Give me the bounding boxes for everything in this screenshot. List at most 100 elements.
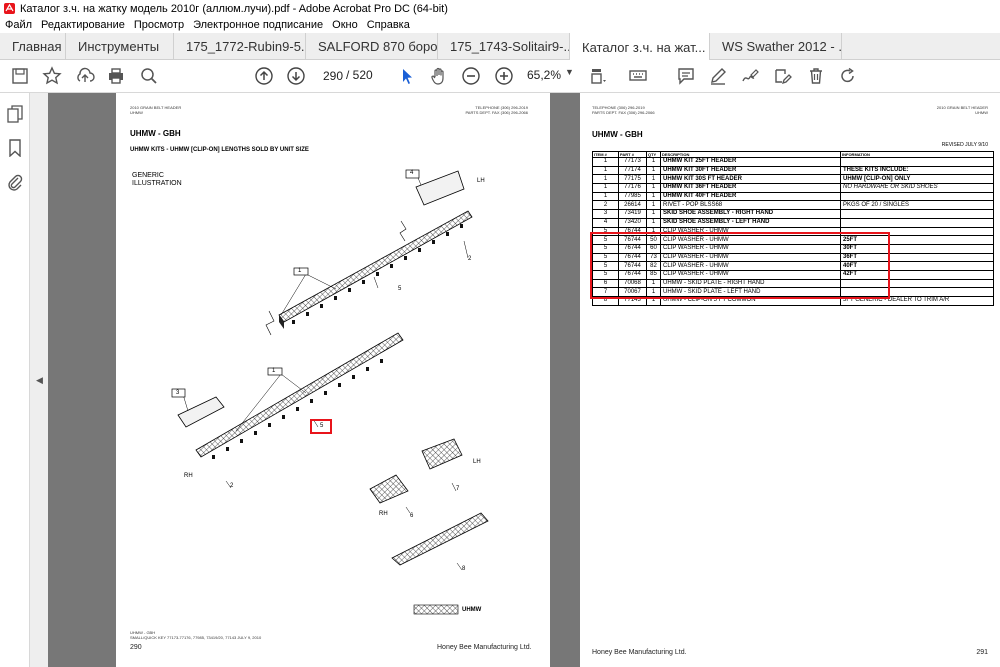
cell-item: 1 (592, 165, 619, 176)
tab-doc-catalog-active[interactable]: Каталог з.ч. на жат...✕ (570, 33, 710, 61)
table-row: 1 77175 1 UHMW KIT 30S FT HEADER UHMW [CLIP-… (592, 174, 994, 185)
sign-icon[interactable] (740, 66, 760, 86)
trash-icon[interactable] (806, 66, 826, 86)
page-fit-icon[interactable] (589, 66, 609, 86)
company-name: Honey Bee Manufacturing Ltd. (592, 649, 687, 656)
page-up-icon[interactable] (254, 66, 274, 86)
keyboard-icon[interactable] (628, 66, 648, 86)
page-number: 291 (976, 649, 988, 656)
page-total: / 520 (346, 68, 373, 82)
cell-information (840, 217, 994, 228)
panel-collapse-strip[interactable]: ◀ (30, 93, 48, 667)
label-rh-lower: RH (184, 473, 193, 479)
callout-4: 4 (410, 170, 414, 176)
callout-2b: 2 (230, 483, 234, 489)
zoom-level[interactable]: 65,2% (527, 68, 561, 82)
table-row: 2 26614 1 RIVET - POP BLSS68 PKGS OF 20 / SI… (592, 200, 994, 211)
table-row: 4 73420 1 SKID SHOE ASSEMBLY - LEFT HAND (592, 217, 994, 228)
bookmark-icon[interactable] (7, 139, 23, 157)
chevron-down-icon[interactable]: ▼ (565, 67, 574, 77)
skid-shoe-lh (415, 170, 465, 206)
header-line: UHMW (975, 110, 988, 115)
page-number-input[interactable]: 290 (318, 67, 348, 85)
menu-esign[interactable]: Электронное подписание (193, 19, 323, 31)
cell-part: 77176 (618, 183, 647, 193)
bookmark-star-icon[interactable] (42, 66, 62, 86)
tab-bar: Главная Инструменты 175_1772-Rubin9-5...… (0, 33, 1000, 61)
table-row: 1 77174 1 UHMW KIT 30FT HEADER THESE KITS IN… (592, 165, 994, 176)
tab-doc-solitair[interactable]: 175_1743-Solitair9-... (438, 33, 570, 60)
save-icon[interactable] (10, 66, 30, 86)
edit-stamp-icon[interactable] (773, 66, 793, 86)
pages-icon[interactable] (7, 105, 23, 123)
highlight-clip-washer-rows (590, 232, 890, 299)
company-name: Honey Bee Manufacturing Ltd. (437, 644, 532, 651)
cell-information: UHMW [CLIP-ON] ONLY (840, 174, 994, 185)
chevron-left-icon[interactable]: ◀ (36, 375, 43, 386)
clip-on-strip (391, 512, 489, 566)
cell-part: 73419 (618, 209, 647, 219)
tab-doc-swather[interactable]: WS Swather 2012 - ... (710, 33, 842, 60)
cell-item: 3 (592, 209, 619, 219)
cell-item: 1 (592, 191, 619, 202)
tab-doc-salford[interactable]: SALFORD 870 боро... (306, 33, 438, 60)
cell-item: 2 (592, 200, 619, 211)
page-header-right: 2010 GRAIN BELT HEADER UHMW (937, 105, 988, 115)
callout-1a: 1 (298, 268, 302, 274)
menu-edit[interactable]: Редактирование (41, 19, 125, 31)
cell-description: UHMW KIT 25FT HEADER (660, 157, 841, 167)
acrobat-app-icon (4, 3, 15, 14)
footnote-line: SMALL/QUICK KEY 77173-77176, 77985, 7341… (130, 635, 262, 640)
cell-information (840, 209, 994, 219)
cell-description: SKID SHOE ASSEMBLY - RIGHT HAND (660, 209, 841, 219)
menu-bar: Файл Редактирование Просмотр Электронное… (0, 17, 1000, 33)
label-lh-upper: LH (477, 178, 485, 184)
zoom-out-icon[interactable] (461, 66, 481, 86)
menu-window[interactable]: Окно (332, 19, 358, 31)
tab-tools[interactable]: Инструменты (66, 33, 174, 60)
menu-file[interactable]: Файл (5, 19, 32, 31)
left-sidebar (0, 93, 30, 667)
tab-doc-rubin[interactable]: 175_1772-Rubin9-5... (174, 33, 306, 60)
page-number: 290 (130, 644, 142, 651)
cell-description: UHMW KIT 40FT HEADER (660, 191, 841, 202)
pdf-page-290: 2010 GRAIN BELT HEADER UHMW TELEPHONE (3… (116, 93, 550, 667)
cell-description: RIVET - POP BLSS68 (660, 200, 841, 211)
cell-qty: 1 (646, 217, 661, 228)
header-line: PARTS DEPT. FAX (306) 296-2066 (592, 110, 655, 115)
comment-icon[interactable] (676, 66, 696, 86)
zoom-in-icon[interactable] (494, 66, 514, 86)
attachment-icon[interactable] (7, 173, 23, 191)
cell-qty: 1 (646, 200, 661, 211)
pdf-page-291: TELEPHONE (306) 296-2019 PARTS DEPT. FAX… (580, 93, 1000, 667)
pen-icon[interactable] (708, 66, 728, 86)
cell-part: 26614 (618, 200, 647, 211)
select-arrow-icon[interactable] (397, 66, 417, 86)
print-icon[interactable] (106, 66, 126, 86)
page-down-icon[interactable] (286, 66, 306, 86)
tab-label: SALFORD 870 боро... (318, 39, 438, 54)
label-rh-plate: RH (379, 511, 388, 517)
cell-description: SKID SHOE ASSEMBLY - LEFT HAND (660, 217, 841, 228)
tab-label: WS Swather 2012 - ... (722, 39, 842, 54)
cell-information (840, 157, 994, 167)
page-title: UHMW - GBH (592, 130, 643, 139)
callout-8: 8 (462, 566, 466, 572)
cell-item: 1 (592, 174, 619, 185)
cell-information: THESE KITS INCLUDE: (840, 165, 994, 176)
cell-item: 4 (592, 217, 619, 228)
upload-cloud-icon[interactable] (75, 66, 95, 86)
tab-home[interactable]: Главная (0, 33, 66, 60)
cell-qty: 1 (646, 174, 661, 185)
callout-5b: 5 (320, 423, 324, 429)
cell-description: UHMW KIT 30S FT HEADER (660, 174, 841, 185)
rotate-icon[interactable] (838, 66, 858, 86)
menu-view[interactable]: Просмотр (134, 19, 184, 31)
zoom-search-icon[interactable] (139, 66, 159, 86)
cell-qty: 1 (646, 191, 661, 202)
menu-help[interactable]: Справка (367, 19, 410, 31)
cell-item: 1 (592, 157, 619, 167)
cell-qty: 1 (646, 209, 661, 219)
hand-icon[interactable] (429, 66, 449, 86)
toolbar: 290 / 520 65,2% ▼ (0, 60, 1000, 93)
